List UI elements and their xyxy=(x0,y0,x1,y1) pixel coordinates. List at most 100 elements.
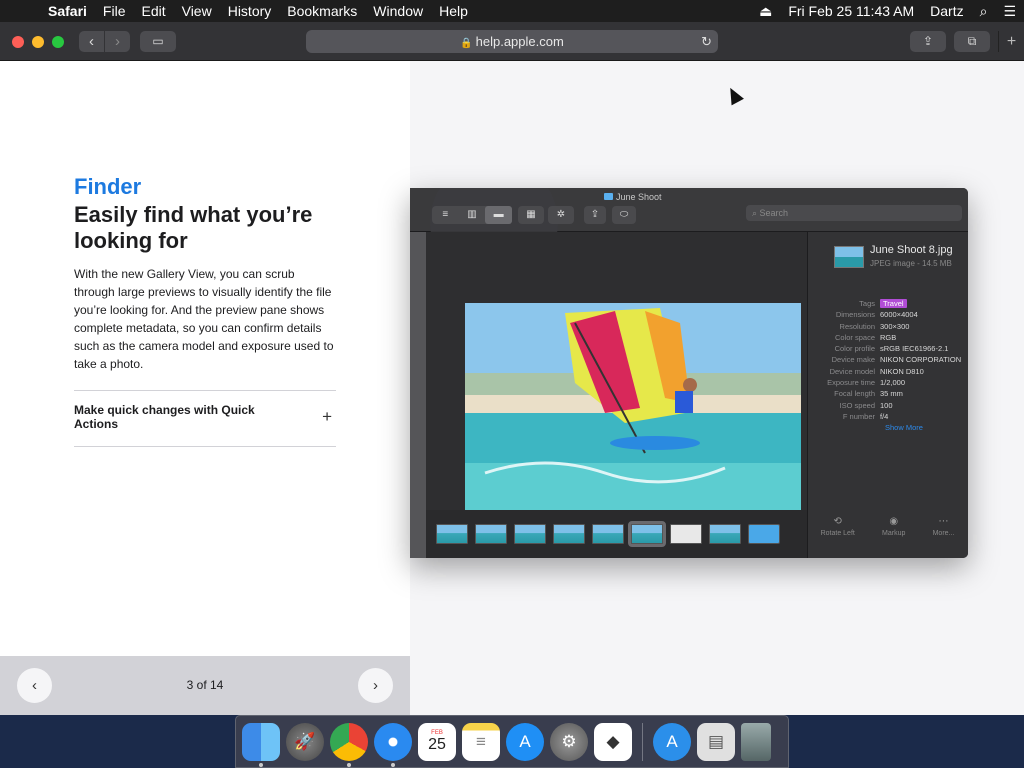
gallery-pager: ‹ 3 of 14 › xyxy=(0,656,410,715)
accordion-divider-bottom xyxy=(74,446,336,447)
menu-file[interactable]: File xyxy=(95,3,134,19)
thumbnail-folder-icon xyxy=(748,524,780,544)
markup-icon: ◉ xyxy=(889,516,899,527)
metadata-row: ISO speed 100 xyxy=(808,400,968,411)
finder-share-icon: ⇪ xyxy=(584,206,606,224)
metadata-key: Dimensions xyxy=(835,310,875,320)
downloads-dock-icon[interactable]: A xyxy=(653,722,691,761)
chrome-dock-icon[interactable] xyxy=(330,722,368,767)
roblox-dock-icon[interactable]: ◆ xyxy=(594,722,632,761)
trash-dock-icon[interactable] xyxy=(741,722,771,761)
plus-icon[interactable]: + xyxy=(322,407,332,427)
address-bar-url: help.apple.com xyxy=(475,34,564,49)
menu-bookmarks[interactable]: Bookmarks xyxy=(279,3,365,19)
metadata-row: Dimensions 6000×4004 xyxy=(808,309,968,320)
menu-view[interactable]: View xyxy=(174,3,220,19)
column-view-icon: ▥ xyxy=(467,209,477,220)
next-slide-button[interactable]: › xyxy=(358,668,393,703)
notification-center-icon[interactable]: ☰ xyxy=(995,3,1024,20)
fullscreen-window-button[interactable] xyxy=(52,36,64,48)
accordion-quick-actions[interactable]: Make quick changes with Quick Actions + xyxy=(74,403,336,433)
calendar-day: 25 xyxy=(428,735,446,753)
metadata-value: RGB xyxy=(880,332,897,342)
windsurfer-photo xyxy=(465,303,801,529)
document-dock-icon[interactable]: ▤ xyxy=(697,722,735,761)
thumbnail xyxy=(709,524,741,544)
metadata-row: Color profile sRGB IEC61966-2.1 xyxy=(808,343,968,354)
action-gear-icon: ✲ xyxy=(548,206,574,224)
running-indicator xyxy=(347,762,351,767)
spotlight-search-icon[interactable]: ⌕ xyxy=(972,3,996,20)
finder-search-field: ⌕ Search xyxy=(746,205,962,221)
rotate-left-label: Rotate Left xyxy=(820,530,855,537)
metadata-value: 35 mm xyxy=(880,389,903,399)
file-kind-size: JPEG image - 14.5 MB xyxy=(870,259,952,268)
tag-badge: Travel xyxy=(880,299,907,308)
menu-app-name[interactable]: Safari xyxy=(40,3,95,19)
eject-icon[interactable]: ⏏ xyxy=(751,3,780,20)
metadata-value: NIKON D810 xyxy=(880,366,924,376)
forward-button[interactable]: › xyxy=(105,31,130,52)
notes-dock-icon[interactable]: ≡ xyxy=(462,722,500,761)
new-tab-button[interactable]: + xyxy=(998,31,1024,52)
folder-icon xyxy=(604,193,613,200)
more-icon: ⋯ xyxy=(938,516,949,527)
more-label: More... xyxy=(932,530,955,537)
markup-label: Markup xyxy=(882,530,906,537)
finder-quick-actions: ⟲ Rotate Left ◉ Markup ⋯ More... xyxy=(807,516,968,556)
finder-info-pane: June Shoot 8.jpg JPEG image - 14.5 MB Ta… xyxy=(807,232,968,558)
metadata-row: Resolution 300×300 xyxy=(808,321,968,332)
finder-thumbnail-strip xyxy=(426,510,807,558)
menu-help[interactable]: Help xyxy=(431,3,476,19)
finder-window-title-text: June Shoot xyxy=(616,192,662,202)
article-panel: Finder Easily find what you’re looking f… xyxy=(0,61,410,715)
safari-dock-icon[interactable] xyxy=(374,722,412,767)
metadata-value: f/4 xyxy=(880,411,889,421)
minimize-window-button[interactable] xyxy=(32,36,44,48)
metadata-key: Focal length xyxy=(834,389,875,399)
system-preferences-dock-icon[interactable]: ⚙ xyxy=(550,722,588,761)
safari-toolbar: ‹ › ▭ 🔒 help.apple.com ↻ ⇪ ⧉ + xyxy=(0,22,1024,61)
metadata-row: Device make NIKON CORPORATION xyxy=(808,354,968,365)
previous-slide-button[interactable]: ‹ xyxy=(17,668,52,703)
metadata-key: Exposure time xyxy=(827,378,875,388)
finder-dock-icon[interactable] xyxy=(242,722,280,767)
address-bar[interactable]: 🔒 help.apple.com ↻ xyxy=(306,30,718,53)
mouse-cursor-icon xyxy=(724,84,744,106)
metadata-row: Tags Travel xyxy=(808,298,968,309)
metadata-value: 1/2,000 xyxy=(880,378,906,388)
menu-clock[interactable]: Fri Feb 25 11:43 AM xyxy=(780,3,922,19)
thumbnail xyxy=(514,524,546,544)
sidebar-toggle-button[interactable]: ▭ xyxy=(140,31,176,52)
tag-icon: ⬭ xyxy=(612,206,636,224)
thumbnail xyxy=(475,524,507,544)
metadata-key: ISO speed xyxy=(839,400,875,410)
metadata-row: Device model NIKON D810 xyxy=(808,366,968,377)
menu-user[interactable]: Dartz xyxy=(922,3,971,19)
back-button[interactable]: ‹ xyxy=(79,31,104,52)
metadata-value: 6000×4004 xyxy=(880,310,918,320)
thumbnail xyxy=(553,524,585,544)
launchpad-dock-icon[interactable]: 🚀 xyxy=(286,722,324,761)
metadata-value: 100 xyxy=(880,400,893,410)
menu-edit[interactable]: Edit xyxy=(133,3,173,19)
menu-history[interactable]: History xyxy=(220,3,280,19)
app-store-dock-icon[interactable]: A xyxy=(506,722,544,761)
menu-window[interactable]: Window xyxy=(365,3,431,19)
metadata-key: Tags xyxy=(859,299,875,308)
close-window-button[interactable] xyxy=(12,36,24,48)
accordion-divider-top xyxy=(74,390,336,391)
reload-icon[interactable]: ↻ xyxy=(701,30,712,53)
slide-counter: 3 of 14 xyxy=(186,678,224,692)
more-action: ⋯ More... xyxy=(933,516,955,556)
web-content: Finder Easily find what you’re looking f… xyxy=(0,61,1024,715)
thumbnail-selected xyxy=(628,521,666,547)
share-button[interactable]: ⇪ xyxy=(910,31,946,52)
metadata-key: Color profile xyxy=(834,344,875,354)
rotate-left-icon: ⟲ xyxy=(833,516,842,527)
rotate-left-action: ⟲ Rotate Left xyxy=(821,516,855,556)
show-tabs-button[interactable]: ⧉ xyxy=(954,31,990,52)
metadata-value: NIKON CORPORATION xyxy=(880,355,962,365)
menu-extras: ⏏ Fri Feb 25 11:43 AM Dartz ⌕ ☰ xyxy=(751,3,1024,20)
calendar-dock-icon[interactable]: FEB 25 xyxy=(418,722,456,761)
